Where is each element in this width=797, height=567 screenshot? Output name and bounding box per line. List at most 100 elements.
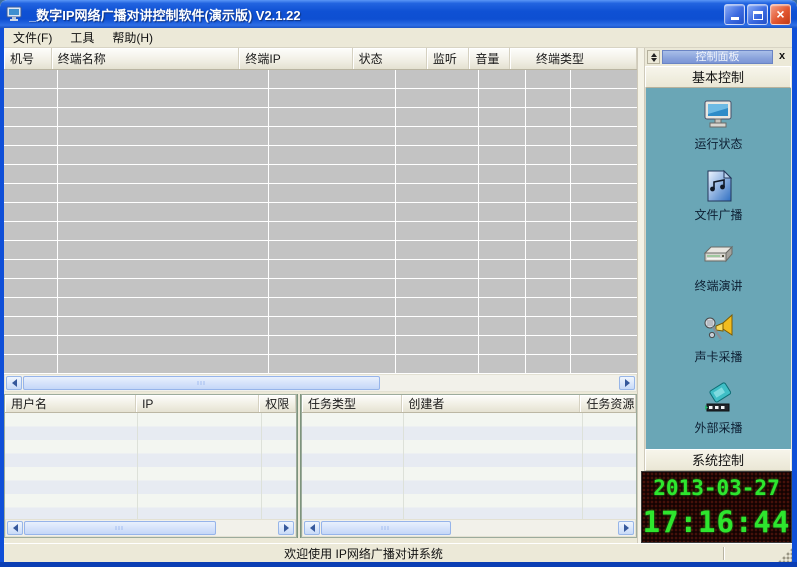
scroll-thumb[interactable]	[23, 376, 380, 390]
scroll-track[interactable]	[23, 376, 618, 390]
menu-file[interactable]: 文件(F)	[4, 27, 61, 48]
file-broadcast-label: 文件广播	[694, 206, 742, 223]
file-broadcast-item[interactable]: 文件广播	[694, 169, 742, 223]
close-button[interactable]: ×	[770, 4, 791, 25]
arrow-left-icon	[9, 524, 18, 532]
col-terminal-name[interactable]: 终端名称	[52, 48, 240, 69]
col-status[interactable]: 状态	[353, 48, 427, 69]
soundcard-capture-label: 声卡采播	[694, 348, 742, 365]
tasks-table-body[interactable]	[302, 413, 636, 519]
control-panel-body: 运行状态 文件广播	[645, 88, 791, 449]
led-clock: 2013-03-27 17:16:44	[641, 471, 792, 543]
scroll-track[interactable]	[24, 521, 277, 535]
clock-time: 17:16:44	[642, 503, 791, 541]
scroll-right-button[interactable]	[618, 521, 634, 535]
tasks-table-header: 任务类型 创建者 任务资源	[302, 395, 636, 413]
col-permission[interactable]: 权限	[259, 395, 296, 412]
scroll-thumb[interactable]	[24, 521, 216, 535]
close-icon: ×	[776, 7, 784, 21]
grid-line	[582, 413, 583, 519]
scroll-thumb[interactable]	[321, 521, 451, 535]
terminal-table-header: 机号 终端名称 终端IP 状态 监听 音量 终端类型	[4, 48, 637, 70]
soundcard-capture-item[interactable]: 声卡采播	[694, 311, 742, 365]
terminal-speech-item[interactable]: 终端演讲	[694, 240, 742, 294]
grid-line	[57, 70, 58, 374]
menu-bar: 文件(F) 工具 帮助(H)	[4, 28, 792, 48]
scroll-left-button[interactable]	[7, 521, 23, 535]
menu-help[interactable]: 帮助(H)	[103, 27, 162, 48]
users-hscrollbar	[5, 519, 296, 537]
maximize-button[interactable]	[747, 4, 768, 25]
col-task-type[interactable]: 任务类型	[302, 395, 402, 412]
status-bar: 欢迎使用 IP网络广播对讲系统	[4, 543, 792, 562]
external-capture-icon	[699, 382, 737, 416]
arrow-right-icon	[624, 524, 633, 532]
status-message: 欢迎使用 IP网络广播对讲系统	[4, 545, 723, 562]
arrow-up-icon	[651, 50, 657, 57]
titlebar: _数字IP网络广播对讲控制软件(演示版) V2.1.22 ×	[0, 0, 797, 28]
users-panel: 用户名 IP 权限	[4, 394, 297, 538]
col-task-resource[interactable]: 任务资源	[580, 395, 636, 412]
col-ip[interactable]: IP	[136, 395, 259, 412]
col-creator[interactable]: 创建者	[402, 395, 580, 412]
monitor-icon	[699, 98, 737, 132]
app-window: _数字IP网络广播对讲控制软件(演示版) V2.1.22 × 文件(F) 工具 …	[0, 0, 797, 567]
app-icon	[6, 6, 24, 22]
col-volume[interactable]: 音量	[469, 48, 510, 69]
panel-splitter[interactable]	[637, 48, 645, 543]
window-border-left	[0, 28, 4, 562]
control-panel-title[interactable]: 控制面板	[662, 50, 773, 64]
window-border-bottom	[0, 562, 797, 567]
terminal-table-hscrollbar	[4, 374, 637, 392]
col-terminal-ip[interactable]: 终端IP	[239, 48, 352, 69]
users-table-header: 用户名 IP 权限	[5, 395, 296, 413]
terminal-table-body[interactable]	[4, 70, 637, 374]
status-separator	[723, 547, 724, 560]
resize-grip[interactable]	[778, 548, 792, 562]
scroll-left-button[interactable]	[6, 376, 22, 390]
run-status-label: 运行状态	[694, 135, 742, 152]
clock-date: 2013-03-27	[642, 473, 791, 503]
panel-close-button[interactable]: x	[775, 50, 789, 64]
arrow-left-icon	[8, 379, 17, 387]
maximize-icon	[753, 11, 763, 20]
col-monitor[interactable]: 监听	[427, 48, 469, 69]
minimize-button[interactable]	[724, 4, 745, 25]
col-machine-no[interactable]: 机号	[4, 48, 52, 69]
grid-line	[403, 413, 404, 519]
col-terminal-type[interactable]: 终端类型	[510, 48, 637, 69]
external-capture-label: 外部采播	[694, 419, 742, 436]
grid-line	[137, 413, 138, 519]
window-title: _数字IP网络广播对讲控制软件(演示版) V2.1.22	[29, 5, 724, 24]
scroll-track[interactable]	[321, 521, 617, 535]
arrow-right-icon	[284, 524, 293, 532]
basic-control-header[interactable]: 基本控制	[645, 66, 791, 88]
col-username[interactable]: 用户名	[5, 395, 136, 412]
external-capture-item[interactable]: 外部采播	[694, 382, 742, 436]
scroll-left-button[interactable]	[304, 521, 320, 535]
terminal-speech-label: 终端演讲	[694, 277, 742, 294]
system-control-header[interactable]: 系统控制	[645, 449, 791, 471]
minimize-icon	[731, 17, 739, 20]
run-status-item[interactable]: 运行状态	[694, 98, 742, 152]
scroll-right-button[interactable]	[278, 521, 294, 535]
tasks-panel: 任务类型 创建者 任务资源	[301, 394, 637, 538]
arrow-right-icon	[625, 379, 634, 387]
grid-line	[478, 70, 479, 374]
grid-line	[261, 413, 262, 519]
mic-speaker-icon	[699, 311, 737, 345]
control-panel-caption: 控制面板 x	[645, 48, 791, 66]
grid-line	[570, 70, 571, 374]
terminal-device-icon	[699, 240, 737, 274]
grid-line	[525, 70, 526, 374]
grid-line	[268, 70, 269, 374]
tasks-hscrollbar	[302, 519, 636, 537]
grid-line	[395, 70, 396, 374]
menu-tools[interactable]: 工具	[61, 27, 103, 48]
window-border-right	[792, 28, 797, 562]
users-table-body[interactable]	[5, 413, 296, 519]
file-music-icon	[699, 169, 737, 203]
scroll-right-button[interactable]	[619, 376, 635, 390]
arrow-left-icon	[306, 524, 315, 532]
panel-collapse-button[interactable]	[647, 50, 660, 64]
